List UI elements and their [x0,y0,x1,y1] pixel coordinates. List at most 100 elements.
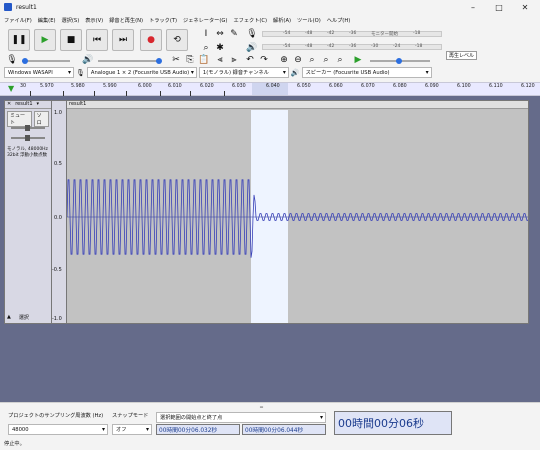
rate-label: プロジェクトのサンプリング周波数 (Hz) [8,413,104,419]
menu-view[interactable]: 表示(V) [85,17,103,24]
mic-meter-button[interactable]: 🎙 [246,28,258,40]
redo-button[interactable]: ↷ [258,54,270,66]
selection-start-time[interactable]: 00時間00分06.032秒 [156,424,240,435]
gain-slider[interactable] [11,125,45,131]
waveform-view[interactable]: result1 [66,100,529,324]
skip-end-button[interactable]: ⏭ [112,29,134,51]
pan-slider[interactable] [11,135,45,141]
gain-knob[interactable] [25,125,30,131]
zoom-out-button[interactable]: ⊖ [292,54,304,66]
waveform [67,179,528,258]
silence-button[interactable]: ⫸ [228,54,240,66]
track-bit-depth: 32bit 浮動小数点数 [7,153,48,158]
undo-button[interactable]: ↶ [244,54,256,66]
snap-select[interactable]: オフ [112,424,152,435]
fit-project-icon: ⌕ [323,55,329,65]
scale-label: -1.0 [52,316,62,322]
menu-generate[interactable]: ジェネレーター(G) [183,17,227,24]
selection-mode-select[interactable]: 選択範囲の開始点と終了点 [156,412,326,423]
solo-button[interactable]: ソロ [33,111,49,127]
slider-knob[interactable] [396,58,402,64]
draw-tool[interactable]: ✎ [228,28,240,40]
play-button[interactable]: ▶ [34,29,56,51]
cursor-icon: I [204,29,208,39]
stop-button[interactable]: ■ [60,29,82,51]
pan-knob[interactable] [25,135,30,141]
copy-icon: ⎘ [186,55,194,65]
speaker-meter-button[interactable]: 🔊 [246,42,258,54]
rate-select[interactable]: 48000 [8,424,108,435]
fit-project-button[interactable]: ⌕ [320,54,332,66]
selection-end-time[interactable]: 00時間00分06.044秒 [242,424,326,435]
scale-label: 0.0 [54,215,62,221]
record-meter[interactable]: -54 -48 -42 -36 モニター開始 -18 [262,29,442,39]
zoom-toggle-button[interactable]: ⌕ [334,54,346,66]
meter-tick: -42 [327,44,335,49]
menu-tracks[interactable]: トラック(T) [149,17,177,24]
recording-device-select[interactable]: Analogue 1 × 2 (Focusrite USB Audio) [86,67,197,78]
track-name-label[interactable]: result1 [15,101,32,108]
host-select[interactable]: Windows WASAPI [4,67,74,78]
magnifier-icon: ⌕ [203,43,209,53]
ruler-tick-label: 6.120 [521,84,535,89]
record-volume-slider[interactable] [22,58,70,64]
timeline-ruler[interactable]: ▼ 30 5.970 5.980 5.990 6.000 6.010 6.020… [0,82,540,96]
record-meter-bar[interactable]: -54 -48 -42 -36 モニター開始 -18 [262,31,442,37]
cut-button[interactable]: ✂ [170,54,182,66]
menu-help[interactable]: ヘルプ(H) [327,17,351,24]
track-area[interactable]: ✕ result1 ▾ ミュート ソロ モノラル, 48000Hz 32bit … [0,96,540,402]
grip-handle[interactable]: ═ [260,405,263,411]
menu-select[interactable]: 選択(S) [62,17,80,24]
play-meter-bar[interactable]: -54 -48 -42 -36 -30 -24 -18 [262,44,442,50]
copy-button[interactable]: ⎘ [184,54,196,66]
play-volume-slider[interactable] [98,58,162,64]
minimize-button[interactable]: – [460,0,486,14]
paste-button[interactable]: 📋 [198,54,210,66]
zoom-toggle-icon: ⌕ [337,55,343,65]
playback-device-select[interactable]: スピーカー (Focusrite USB Audio) [301,67,432,78]
maximize-button[interactable]: □ [486,0,512,14]
zoom-tool[interactable]: ⌕ [200,42,212,54]
play-at-speed-button[interactable]: ▶ [352,54,364,66]
menu-transport[interactable]: 録音と再生(N) [109,17,143,24]
play-meter[interactable]: -54 -48 -42 -36 -30 -24 -18 [262,42,442,52]
slider-knob[interactable] [22,58,28,64]
multi-tool[interactable]: ✱ [214,42,226,54]
skip-start-button[interactable]: ⏮ [86,29,108,51]
channel-select[interactable]: 1(モノラル) 録音チャンネル [198,67,289,78]
scissors-icon: ✂ [172,55,180,65]
menu-edit[interactable]: 編集(E) [38,17,56,24]
collapse-icon[interactable]: ▲ [7,314,11,321]
pause-button[interactable]: ❚❚ [8,29,30,51]
ruler-tick-label: 5.970 [40,84,54,89]
close-track-icon[interactable]: ✕ [7,101,11,108]
time-display[interactable]: 00時間00分06秒 [334,411,452,435]
menu-tools[interactable]: ツール(O) [297,17,321,24]
playback-speed-slider[interactable] [370,58,430,64]
loop-button[interactable]: ⟲ [166,29,188,51]
status-bar: 停止中。 [0,437,540,450]
fit-selection-button[interactable]: ⌕ [306,54,318,66]
chevron-down-icon[interactable]: ▾ [37,101,40,108]
microphone-icon: 🎙 [246,29,258,39]
microphone-icon: 🎙 [6,55,18,65]
ruler-tick-label: 6.030 [232,84,246,89]
play-head-icon[interactable]: ▼ [8,84,14,93]
menu-effect[interactable]: エフェクト(C) [233,17,267,24]
close-button[interactable]: ✕ [512,0,538,14]
track-control-panel[interactable]: ✕ result1 ▾ ミュート ソロ モノラル, 48000Hz 32bit … [4,100,52,324]
menu-file[interactable]: ファイル(F) [4,17,32,24]
ruler-tick-label: 6.090 [425,84,439,89]
undo-icon: ↶ [246,55,254,65]
envelope-tool[interactable]: ⇔ [214,28,226,40]
slider-knob[interactable] [156,58,162,64]
select-track-button[interactable]: 選択 [19,314,29,321]
record-button[interactable]: ● [140,29,162,51]
speaker-icon: 🔊 [82,55,94,65]
selection-tool[interactable]: I [200,28,212,40]
zoom-in-button[interactable]: ⊕ [278,54,290,66]
vertical-scale: 1.0 0.5 0.0 -0.5 -1.0 [52,100,66,324]
asterisk-icon: ✱ [216,43,224,53]
trim-button[interactable]: ⫷ [214,54,226,66]
menu-analyze[interactable]: 解析(A) [273,17,291,24]
